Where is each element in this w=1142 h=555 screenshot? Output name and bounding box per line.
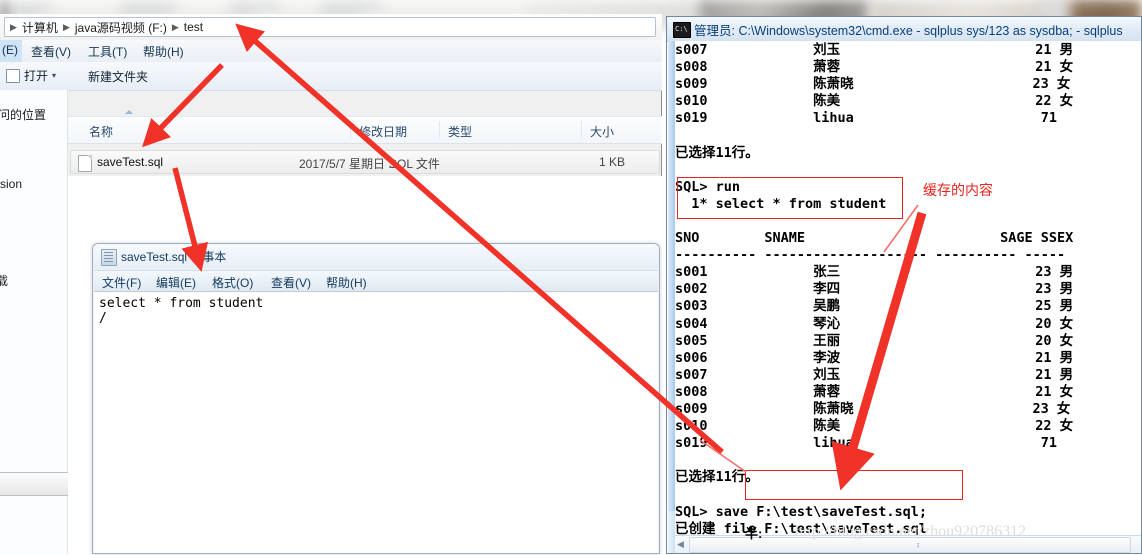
explorer-menu-bar: (E) 查看(V) 工具(T) 帮助(H) bbox=[0, 40, 662, 63]
column-divider[interactable] bbox=[581, 121, 582, 139]
cmd-console-output[interactable]: s007 刘玉 21 男 s008 萧蓉 21 女 s009 陈萧晓 23 女 … bbox=[675, 41, 1141, 554]
blog-watermark: http://blog.csdn.net/zhou920786312 bbox=[795, 523, 1027, 540]
nav-fragment-download[interactable]: 载 bbox=[0, 272, 8, 289]
file-list-column-headers: 名称 修改日期 类型 大小 bbox=[68, 116, 662, 144]
open-button-label: 打开 bbox=[24, 69, 49, 83]
cmd-title-text: 管理员: C:\Windows\system32\cmd.exe - sqlpl… bbox=[694, 24, 1123, 38]
notepad-menu-edit[interactable]: 编辑(E) bbox=[156, 274, 196, 291]
cached-content-label: 缓存的内容 bbox=[923, 182, 993, 198]
file-modified-cell: 2017/5/7 星期日 ... bbox=[299, 157, 399, 171]
notepad-text-area[interactable]: select * from student / bbox=[94, 291, 658, 553]
notepad-menu-bar: 文件(F) 编辑(E) 格式(O) 查看(V) 帮助(H) bbox=[94, 270, 658, 292]
breadcrumb: ▶ 计算机 ▶ java源码视频 (F:) ▶ test bbox=[5, 18, 655, 36]
run-cache-box bbox=[677, 177, 903, 219]
column-header-type[interactable]: 类型 bbox=[448, 123, 472, 140]
menu-item-view[interactable]: 查看(V) bbox=[31, 43, 71, 60]
column-divider[interactable] bbox=[350, 121, 351, 139]
sort-ascending-icon bbox=[125, 110, 133, 114]
sql-file-icon bbox=[78, 155, 92, 172]
chevron-right-icon: ▶ bbox=[10, 21, 17, 32]
nav-fragment-recent[interactable]: 问的位置 bbox=[0, 106, 46, 123]
breadcrumb-item-computer[interactable]: 计算机 bbox=[19, 19, 61, 36]
notepad-window: saveTest.sql 记事本 文件(F) 编辑(E) 格式(O) 查看(V)… bbox=[92, 243, 660, 554]
notepad-menu-help[interactable]: 帮助(H) bbox=[326, 274, 367, 291]
address-input[interactable]: ▶ 计算机 ▶ java源码视频 (F:) ▶ test bbox=[4, 17, 656, 37]
explorer-toolbar: 打开 ▾ 新建文件夹 bbox=[0, 62, 662, 91]
file-type-cell: SQL 文件 bbox=[389, 157, 440, 171]
table-row[interactable]: saveTest.sql 2017/5/7 星期日 ... SQL 文件 1 K… bbox=[70, 150, 660, 174]
cmd-half-text: 半: bbox=[745, 526, 763, 541]
scrollbar-grip-icon: ⠆ bbox=[916, 540, 924, 551]
notepad-menu-view[interactable]: 查看(V) bbox=[271, 274, 311, 291]
notepad-title-text: saveTest.sql 记事本 bbox=[121, 250, 227, 264]
notepad-icon bbox=[101, 249, 117, 266]
breadcrumb-item-test[interactable]: test bbox=[181, 20, 206, 34]
cmd-icon bbox=[673, 22, 691, 38]
nav-fragment-version[interactable]: rsion bbox=[0, 177, 22, 191]
scroll-left-icon[interactable]: ◀ bbox=[677, 539, 684, 550]
cmd-scrollbar-thumb[interactable] bbox=[668, 41, 675, 511]
cmd-title-bar[interactable]: 管理员: C:\Windows\system32\cmd.exe - sqlpl… bbox=[667, 17, 1141, 42]
column-header-size[interactable]: 大小 bbox=[590, 123, 614, 140]
menu-item-edit[interactable]: (E) bbox=[2, 43, 18, 57]
new-folder-button[interactable]: 新建文件夹 bbox=[88, 68, 148, 85]
notepad-menu-format[interactable]: 格式(O) bbox=[212, 274, 253, 291]
menu-item-tools[interactable]: 工具(T) bbox=[88, 43, 127, 60]
column-header-modified[interactable]: 修改日期 bbox=[359, 123, 407, 140]
chevron-right-icon: ▶ bbox=[62, 21, 70, 32]
explorer-navigation-pane: 问的位置 rsion 载 bbox=[0, 90, 70, 554]
open-icon bbox=[6, 68, 20, 83]
notepad-title-bar[interactable]: saveTest.sql 记事本 bbox=[93, 244, 659, 269]
breadcrumb-item-drive[interactable]: java源码视频 (F:) bbox=[72, 19, 170, 36]
chevron-down-icon: ▾ bbox=[52, 71, 57, 80]
menu-item-help[interactable]: 帮助(H) bbox=[143, 43, 184, 60]
file-size-cell: 1 KB bbox=[599, 155, 626, 169]
open-button[interactable]: 打开 ▾ bbox=[6, 67, 56, 84]
explorer-address-bar: ▶ 计算机 ▶ java源码视频 (F:) ▶ test bbox=[0, 14, 662, 41]
notepad-menu-file[interactable]: 文件(F) bbox=[102, 274, 141, 291]
nav-pane-button[interactable] bbox=[0, 472, 70, 496]
column-divider[interactable] bbox=[439, 121, 440, 139]
chevron-right-icon: ▶ bbox=[171, 21, 179, 32]
column-header-name[interactable]: 名称 bbox=[89, 123, 113, 140]
file-name-cell[interactable]: saveTest.sql bbox=[97, 155, 163, 169]
save-path-box bbox=[745, 470, 963, 500]
